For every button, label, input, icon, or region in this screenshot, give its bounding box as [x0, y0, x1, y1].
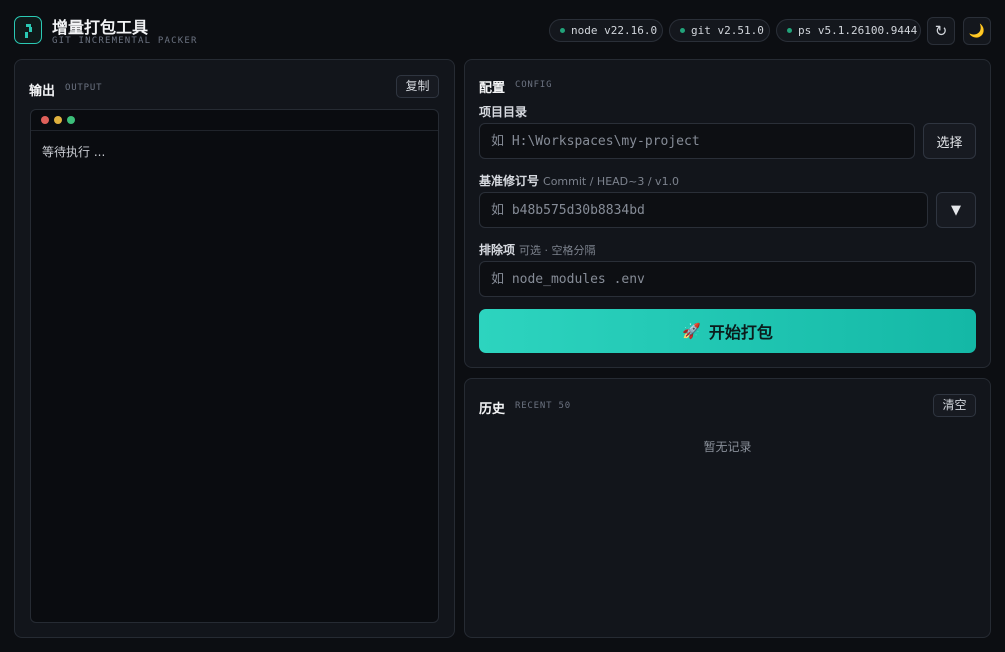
start-pack-button[interactable]: 🚀 开始打包: [479, 309, 976, 353]
theme-toggle-button[interactable]: 🌙: [963, 17, 991, 45]
base-revision-label: 基准修订号 Commit / HEAD~3 / v1.0: [479, 174, 680, 188]
clear-history-button[interactable]: 清空: [933, 394, 976, 417]
project-dir-input[interactable]: [479, 123, 915, 159]
history-empty-text: 暂无记录: [703, 440, 752, 454]
exclude-input[interactable]: [479, 261, 976, 297]
ps-version-badge: ps v5.1.26100.9444: [776, 19, 921, 42]
terminal-window: 等待执行 ...: [30, 109, 439, 623]
output-panel: 输出 OUTPUT 复制 等待执行 ...: [14, 59, 455, 638]
node-version-text: node v22.16.0: [571, 24, 658, 37]
green-dot-icon: [67, 116, 75, 124]
config-tag: CONFIG: [515, 80, 553, 90]
copy-button[interactable]: 复制: [396, 75, 439, 98]
terminal-output-text: 等待执行 ...: [42, 145, 106, 159]
config-panel: 配置 CONFIG 项目目录 选择 基准修订号Commit / HEAD~3 /…: [464, 59, 991, 368]
yellow-dot-icon: [54, 116, 62, 124]
status-dot-icon: [680, 28, 685, 33]
base-revision-hint: Commit / HEAD~3 / v1.0: [543, 175, 680, 188]
project-dir-label: 项目目录: [479, 105, 528, 119]
refresh-button[interactable]: ↻: [927, 17, 955, 45]
app-title: 增量打包工具: [52, 18, 149, 37]
app-subtitle: GIT INCREMENTAL PACKER: [52, 36, 198, 46]
red-dot-icon: [41, 116, 49, 124]
history-title: 历史: [479, 402, 506, 417]
exclude-label: 排除项 可选 · 空格分隔: [479, 243, 596, 257]
git-version-text: git v2.51.0: [691, 24, 764, 37]
node-version-badge: node v22.16.0: [549, 19, 663, 42]
status-dot-icon: [560, 28, 565, 33]
config-title: 配置: [479, 81, 506, 96]
output-title: 输出: [29, 84, 56, 99]
choose-dir-button[interactable]: 选择: [923, 123, 976, 159]
exclude-hint: 可选 · 空格分隔: [519, 244, 596, 257]
app-logo-icon: [14, 16, 42, 44]
history-tag: RECENT 50: [515, 401, 571, 411]
rocket-icon: 🚀: [682, 322, 701, 340]
refresh-icon: ↻: [934, 22, 948, 40]
output-tag: OUTPUT: [65, 83, 103, 93]
moon-icon: 🌙: [968, 23, 986, 39]
ps-version-text: ps v5.1.26100.9444: [798, 24, 918, 37]
base-revision-input[interactable]: [479, 192, 928, 228]
terminal-titlebar: [31, 110, 438, 131]
history-panel: 历史 RECENT 50 清空 暂无记录: [464, 378, 991, 638]
status-dot-icon: [787, 28, 792, 33]
git-version-badge: git v2.51.0: [669, 19, 770, 42]
revision-dropdown-button[interactable]: ▼: [936, 192, 976, 228]
start-pack-label: 开始打包: [708, 323, 773, 342]
chevron-down-icon: ▼: [951, 202, 961, 218]
